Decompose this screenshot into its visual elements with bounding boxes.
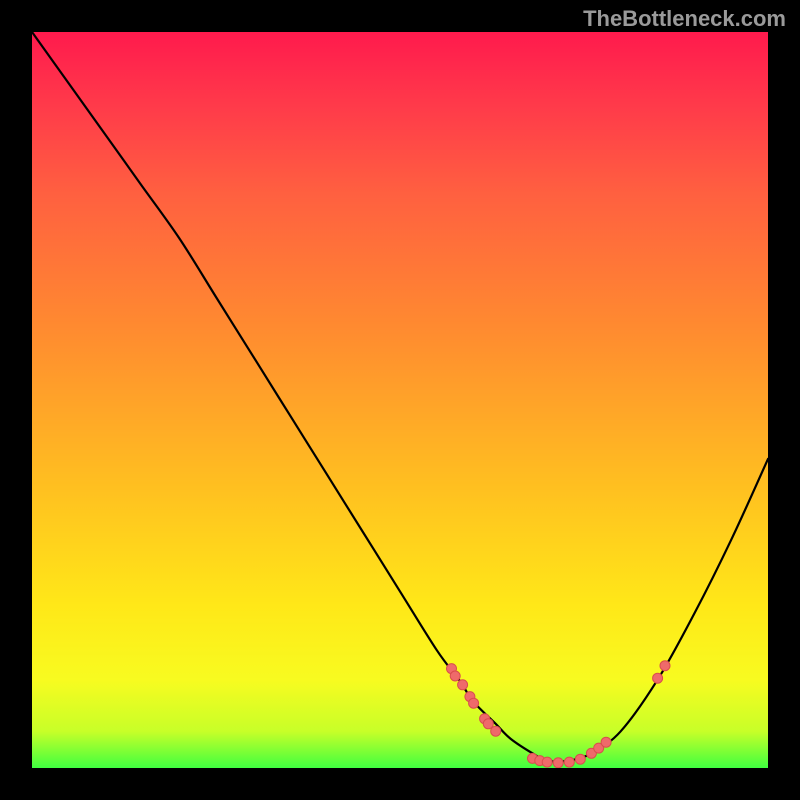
data-marker [575, 754, 585, 764]
watermark-text: TheBottleneck.com [583, 6, 786, 32]
data-marker [653, 673, 663, 683]
bottleneck-curve [32, 32, 768, 762]
curve-svg [32, 32, 768, 768]
data-marker [553, 758, 563, 768]
data-marker [601, 737, 611, 747]
data-marker [458, 680, 468, 690]
data-marker [491, 726, 501, 736]
chart-frame [32, 32, 768, 768]
data-marker [483, 719, 493, 729]
data-marker [450, 671, 460, 681]
data-marker [542, 757, 552, 767]
data-marker [660, 661, 670, 671]
data-marker [469, 698, 479, 708]
marker-group [447, 661, 671, 768]
plot-area [32, 32, 768, 768]
data-marker [564, 757, 574, 767]
